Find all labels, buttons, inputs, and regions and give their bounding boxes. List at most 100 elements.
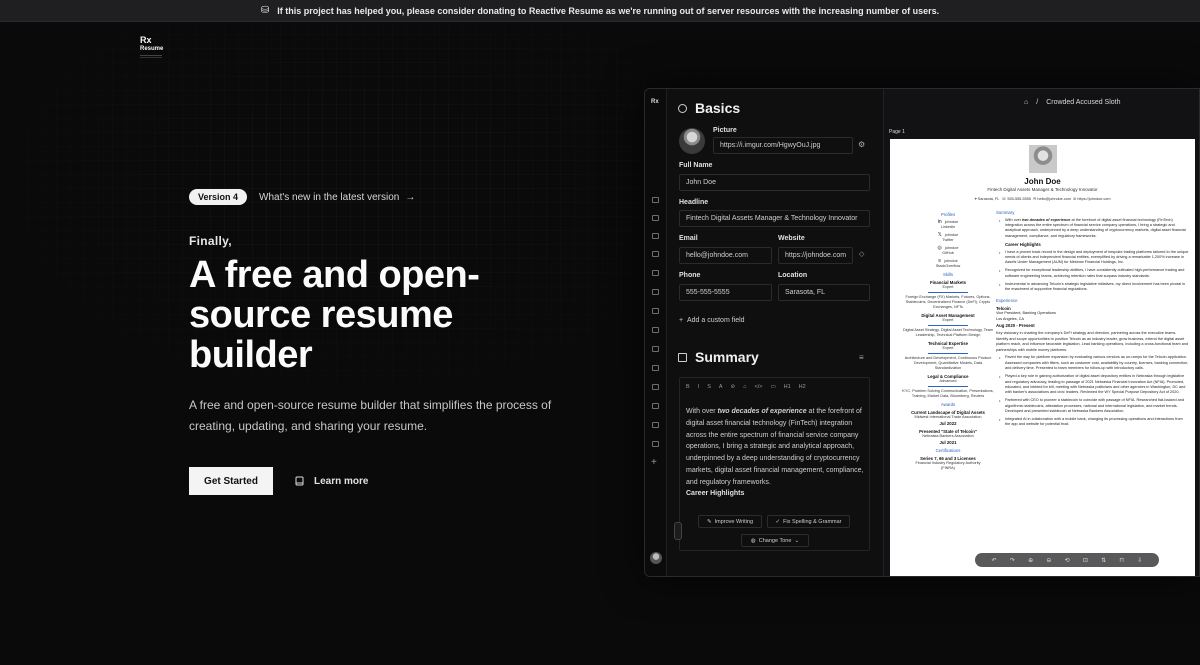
- summary-heading: Summary: [996, 210, 1015, 215]
- page-label: Page 1: [889, 129, 905, 135]
- h2-button[interactable]: H2: [799, 384, 806, 390]
- ai-toggle-handle[interactable]: [674, 522, 682, 540]
- user-icon[interactable]: [652, 197, 659, 203]
- fix-grammar-button[interactable]: ✓ Fix Spelling & Grammar: [767, 515, 850, 528]
- home-icon[interactable]: ⌂: [1024, 99, 1028, 106]
- summary-subhead: Career Highlights: [686, 490, 745, 497]
- tag-icon[interactable]: ◇: [859, 250, 864, 258]
- gamepad-icon[interactable]: [652, 365, 659, 371]
- center-icon[interactable]: ⊡: [1083, 557, 1088, 564]
- full-name-label: Full Name: [679, 162, 713, 169]
- full-name-input[interactable]: John Doe: [679, 174, 870, 191]
- resume-headline: Fintech Digital Assets Manager & Technol…: [987, 187, 1098, 192]
- add-custom-field-button[interactable]: + Add a custom field: [679, 317, 745, 324]
- block-button[interactable]: ▭: [770, 384, 775, 390]
- breadcrumb-separator: /: [1036, 99, 1039, 106]
- certificate-icon[interactable]: [652, 346, 659, 352]
- improve-writing-button[interactable]: ✎ Improve Writing: [698, 515, 762, 528]
- underline-button[interactable]: A: [719, 384, 723, 390]
- heart-icon[interactable]: [652, 422, 659, 428]
- basics-title: Basics: [695, 100, 741, 116]
- page-break-icon[interactable]: ⇅: [1101, 557, 1106, 564]
- user-avatar[interactable]: [650, 552, 662, 564]
- compass-icon[interactable]: [652, 289, 659, 295]
- resume-title[interactable]: Crowded Accused Sloth: [1046, 99, 1120, 106]
- book-icon[interactable]: [652, 403, 659, 409]
- redo-icon[interactable]: ↷: [1010, 557, 1015, 564]
- headline-input[interactable]: Fintech Digital Assets Manager & Technol…: [679, 210, 870, 227]
- summary-header: Summary: [678, 349, 759, 365]
- summary-text: With over two decades of experience at t…: [686, 408, 864, 486]
- award-icon[interactable]: [652, 327, 659, 333]
- zoom-in-icon[interactable]: ⊕: [1028, 557, 1033, 564]
- italic-button[interactable]: I: [698, 384, 700, 390]
- book-icon: [295, 476, 304, 486]
- users-icon[interactable]: [652, 441, 659, 447]
- resume-page: John Doe Fintech Digital Assets Manager …: [890, 139, 1195, 576]
- zoom-out-icon[interactable]: ⊖: [1046, 557, 1051, 564]
- app-preview-window: Rx + Basics Picture https://i.imgur.com/…: [644, 88, 1200, 577]
- h1-button[interactable]: H1: [784, 384, 791, 390]
- highlight-button[interactable]: ⊘: [731, 384, 736, 390]
- summary-icon: [678, 352, 687, 362]
- editor-panel: Basics Picture https://i.imgur.com/HgwyO…: [667, 89, 884, 576]
- learn-more-button[interactable]: Learn more: [295, 476, 368, 487]
- whats-new-link[interactable]: What's new in the latest version →: [259, 192, 415, 203]
- website-input[interactable]: https://johndoe.com: [778, 247, 853, 264]
- awards-heading: Awards: [940, 402, 956, 407]
- logo-underline: [140, 55, 162, 56]
- link-button[interactable]: ⌂: [743, 384, 746, 390]
- experience-heading: Experience: [996, 298, 1018, 304]
- bold-button[interactable]: B: [686, 384, 690, 390]
- cta-row: Get Started Learn more: [189, 467, 609, 495]
- version-badge[interactable]: Version 4: [189, 189, 248, 205]
- email-input[interactable]: hello@johndoe.com: [679, 247, 772, 264]
- picture-url-input[interactable]: https://i.imgur.com/HgwyOuJ.jpg: [713, 137, 853, 154]
- briefcase-icon[interactable]: [652, 251, 659, 257]
- rail-logo[interactable]: Rx: [651, 99, 659, 105]
- donation-banner: ⛁ If this project has helped you, please…: [0, 0, 1200, 22]
- location-input[interactable]: Sarasota, FL: [778, 284, 870, 301]
- download-icon[interactable]: ⇩: [1137, 557, 1142, 564]
- strike-button[interactable]: S: [707, 384, 711, 390]
- puzzle-icon[interactable]: [652, 384, 659, 390]
- spellcheck-icon: ✓: [775, 518, 781, 525]
- picture-settings-icon[interactable]: ⚙: [858, 140, 865, 149]
- preview-panel: ⌂ / Crowded Accused Sloth Page 1 John Do…: [884, 89, 1199, 576]
- get-started-button[interactable]: Get Started: [189, 467, 273, 495]
- location-label: Location: [778, 272, 808, 279]
- headline-label: Headline: [679, 199, 709, 206]
- tone-icon: ◍: [750, 537, 756, 544]
- breadcrumb: ⌂ / Crowded Accused Sloth: [1024, 99, 1121, 106]
- summary-paragraph: With over two decades of experience at t…: [996, 218, 1189, 240]
- graduation-icon[interactable]: [652, 270, 659, 276]
- code-button[interactable]: </>: [754, 384, 762, 390]
- hero-title: A free and open-source resume builder: [189, 254, 480, 376]
- resume-photo: [1029, 145, 1057, 173]
- link-icon: ⊘: [1073, 197, 1077, 201]
- reset-icon[interactable]: ⟲: [1065, 557, 1070, 564]
- resume-left-column: Profiles in johndoe LinkedIn 𝕏johndoe Twi…: [902, 212, 994, 470]
- add-custom-field-label: Add a custom field: [686, 317, 745, 324]
- skills-heading: Skills: [942, 272, 954, 277]
- pin-icon: ⌖: [974, 197, 977, 201]
- plus-icon[interactable]: +: [651, 457, 657, 468]
- twitter-icon: 𝕏: [937, 232, 942, 238]
- picture-avatar[interactable]: [679, 128, 705, 154]
- translate-icon[interactable]: [652, 308, 659, 314]
- undo-icon[interactable]: ↶: [992, 557, 997, 564]
- website-label: Website: [778, 235, 805, 242]
- phone-input[interactable]: 555-555-5555: [679, 284, 772, 301]
- summary-icon[interactable]: [652, 215, 659, 221]
- change-tone-button[interactable]: ◍ Change Tone ⌄: [741, 534, 809, 547]
- logo-mark: Rx: [140, 35, 152, 45]
- rich-text-toolbar: B I S A ⊘ ⌂ </> ▭ H1 H2: [679, 380, 870, 394]
- menu-icon[interactable]: ≡: [859, 353, 864, 362]
- logo-word: Resume: [140, 46, 164, 52]
- profiles-heading: Profiles: [940, 212, 956, 217]
- share-icon[interactable]: [652, 233, 659, 239]
- site-logo[interactable]: Rx Resume: [140, 36, 163, 56]
- version-row: Version 4 What's new in the latest versi…: [189, 189, 609, 205]
- lock-icon[interactable]: ⊓: [1119, 557, 1124, 564]
- certifications-heading: Certifications: [935, 448, 961, 453]
